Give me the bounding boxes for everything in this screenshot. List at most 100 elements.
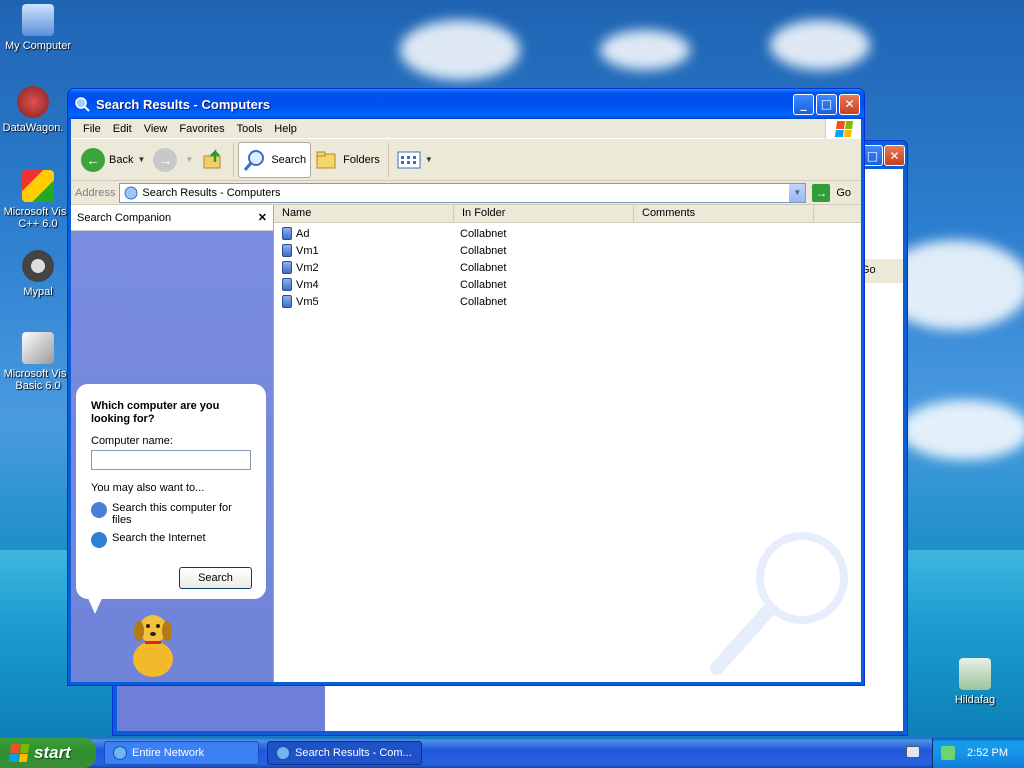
close-button[interactable]: ✕ [839, 93, 860, 115]
menu-edit[interactable]: Edit [107, 123, 138, 135]
minimize-button[interactable]: _ [793, 93, 814, 115]
menu-help[interactable]: Help [268, 123, 303, 135]
toolbar-separator [387, 142, 389, 177]
back-button[interactable]: ← Back ▼ [77, 142, 149, 178]
close-icon[interactable]: ✕ [258, 211, 267, 224]
menu-file[interactable]: File [77, 123, 107, 135]
search-results-icon [124, 186, 138, 199]
companion-search-button[interactable]: Search [179, 567, 252, 589]
task-label: Entire Network [132, 747, 205, 759]
companion-title: Search Companion [77, 211, 172, 224]
address-value: Search Results - Computers [142, 186, 281, 199]
maximize-button[interactable]: □ [816, 93, 837, 115]
row-name: Vm2 [296, 261, 319, 274]
network-tray-icon[interactable] [941, 746, 956, 760]
row-name: Ad [296, 227, 310, 240]
clock[interactable]: 2:52 PM [967, 747, 1008, 759]
menu-bar: File Edit View Favorites Tools Help [71, 119, 861, 139]
search-icon [276, 746, 290, 760]
menu-tools[interactable]: Tools [231, 123, 269, 135]
windows-logo-icon [825, 119, 861, 139]
go-label: Go [836, 186, 851, 199]
table-row[interactable]: Ad Collabnet [274, 225, 861, 242]
row-name: Vm5 [296, 295, 319, 308]
back-arrow-icon: ← [81, 147, 105, 172]
search-results-window[interactable]: Search Results - Computers _ □ ✕ File Ed… [67, 88, 865, 686]
taskbar-item-search-results[interactable]: Search Results - Com... [267, 741, 422, 765]
title-bar[interactable]: Search Results - Computers _ □ ✕ [68, 89, 864, 119]
table-row[interactable]: Vm5 Collabnet [274, 293, 861, 310]
datawagon-icon [17, 86, 49, 118]
globe-icon [91, 532, 107, 548]
system-tray: 2:52 PM [932, 738, 1024, 768]
folders-button[interactable]: Folders [311, 142, 384, 178]
computer-icon [22, 4, 54, 36]
column-header-name[interactable]: Name [274, 205, 454, 222]
desktop-icon-recycle-bin[interactable]: Hildafag [935, 658, 1015, 706]
table-row[interactable]: Vm4 Collabnet [274, 276, 861, 293]
search-bubble: Which computer are you looking for? Comp… [76, 384, 266, 599]
chevron-down-icon[interactable]: ▼ [137, 155, 145, 164]
views-button[interactable]: ▼ [393, 142, 437, 178]
computer-icon [282, 295, 292, 308]
bg-maximize-button[interactable]: □ [862, 145, 883, 166]
chevron-down-icon[interactable]: ▼ [185, 155, 193, 164]
table-row[interactable]: Vm2 Collabnet [274, 259, 861, 276]
start-button[interactable]: start [0, 738, 96, 768]
question-heading: Which computer are you looking for? [91, 400, 220, 425]
address-input[interactable]: Search Results - Computers ▼ [119, 182, 807, 203]
forward-button[interactable]: → ▼ [149, 142, 197, 178]
search-window-icon [75, 97, 90, 112]
desktop-icon-my-computer[interactable]: My Computer [0, 4, 78, 52]
go-button[interactable]: → Go [812, 183, 851, 202]
visual-cpp-icon [22, 170, 54, 202]
column-header-comments[interactable]: Comments [634, 205, 814, 222]
bg-close-button[interactable]: ✕ [884, 145, 905, 166]
keyboard-icon[interactable] [906, 746, 920, 758]
chevron-down-icon[interactable]: ▼ [789, 183, 806, 202]
toolbar-separator [233, 142, 235, 177]
desktop-icon-datawagon[interactable]: DataWagon. [0, 86, 73, 134]
menu-favorites[interactable]: Favorites [173, 123, 230, 135]
taskbar: start Entire Network Search Results - Co… [0, 738, 1024, 768]
column-header-folder[interactable]: In Folder [454, 205, 634, 222]
recycle-bin-icon [959, 658, 991, 690]
search-button[interactable]: Search [238, 141, 312, 178]
cloud [900, 400, 1024, 460]
windows-logo-icon [8, 744, 30, 762]
bubble-tail [87, 596, 103, 614]
up-folder-button[interactable] [197, 142, 229, 178]
go-arrow-icon: → [812, 183, 831, 202]
search-dog-icon[interactable] [121, 609, 185, 679]
search-icon [244, 149, 265, 171]
magnifier-watermark-icon [710, 532, 848, 675]
row-folder: Collabnet [460, 261, 507, 274]
companion-body: Which computer are you looking for? Comp… [71, 231, 273, 682]
search-label: Search [271, 153, 307, 166]
folders-label: Folders [343, 153, 380, 166]
search-internet-option[interactable]: Search the Internet [91, 532, 252, 548]
start-label: start [34, 743, 71, 762]
window-client: File Edit View Favorites Tools Help ← Ba… [71, 119, 861, 682]
network-icon [113, 746, 127, 760]
search-files-option[interactable]: Search this computer for files [91, 502, 252, 526]
companion-header: Search Companion ✕ [71, 205, 273, 231]
list-header: Name In Folder Comments [274, 205, 861, 223]
row-name: Vm1 [296, 244, 319, 257]
address-bar: Address Search Results - Computers ▼ → G… [71, 181, 861, 205]
chevron-down-icon[interactable]: ▼ [425, 155, 433, 164]
desktop-icon-label: DataWagon. [2, 122, 64, 134]
results-list: Name In Folder Comments Ad Collabnet Vm1… [273, 205, 861, 682]
row-folder: Collabnet [460, 227, 507, 240]
menu-view[interactable]: View [138, 123, 174, 135]
cloud [400, 20, 520, 80]
computer-icon [282, 244, 292, 257]
option-label: Search this computer for files [112, 502, 232, 526]
table-row[interactable]: Vm1 Collabnet [274, 242, 861, 259]
search-files-icon [91, 502, 107, 518]
computer-name-input[interactable] [91, 450, 251, 470]
up-folder-icon [203, 148, 221, 168]
desktop-icon-label: My Computer [4, 40, 72, 52]
taskbar-item-entire-network[interactable]: Entire Network [104, 741, 259, 765]
raccoon-icon [22, 250, 54, 282]
